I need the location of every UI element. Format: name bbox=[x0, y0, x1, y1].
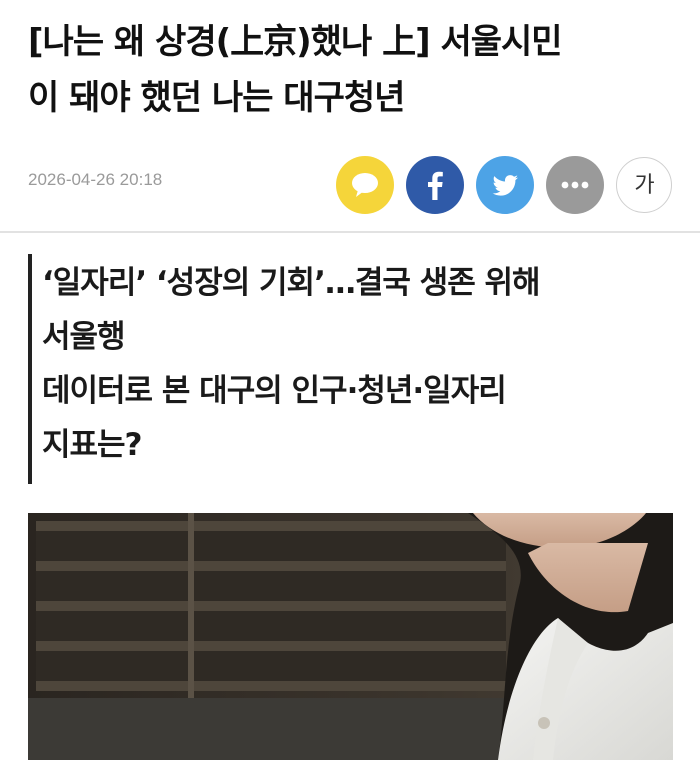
article-headline: [나는 왜 상경(上京)했나 上] 서울시민 이 돼야 했던 나는 대구청년 bbox=[28, 14, 678, 126]
subtitle-line: 서울행 bbox=[42, 319, 126, 355]
article-photo[interactable] bbox=[28, 513, 673, 760]
headline-line: 이 돼야 했던 나는 대구청년 bbox=[28, 78, 405, 118]
article-subtitle: ‘일자리’ ‘성장의 기회’…결국 생존 위해 서울행 데이터로 본 대구의 인… bbox=[42, 256, 672, 472]
facebook-share-button[interactable] bbox=[406, 156, 464, 214]
font-size-label: 가 bbox=[634, 173, 655, 198]
twitter-share-button[interactable] bbox=[476, 156, 534, 214]
facebook-icon bbox=[406, 156, 464, 214]
more-dots-icon bbox=[546, 156, 604, 214]
twitter-icon bbox=[476, 156, 534, 214]
more-share-button[interactable] bbox=[546, 156, 604, 214]
subtitle-line: ‘일자리’ ‘성장의 기회’…결국 생존 위해 bbox=[42, 265, 541, 301]
subtitle-accent-bar bbox=[28, 254, 32, 484]
section-divider bbox=[0, 231, 700, 233]
font-size-button[interactable]: 가 bbox=[616, 157, 672, 213]
publish-date: 2026-04-26 20:18 bbox=[28, 170, 163, 189]
speech-bubble-icon bbox=[336, 156, 394, 214]
article-photo-image bbox=[28, 513, 673, 760]
subtitle-line: 지표는? bbox=[42, 427, 143, 463]
kakaotalk-share-button[interactable] bbox=[336, 156, 394, 214]
headline-line: [나는 왜 상경(上京)했나 上] 서울시민 bbox=[28, 22, 563, 62]
subtitle-line: 데이터로 본 대구의 인구·청년·일자리 bbox=[42, 373, 507, 409]
